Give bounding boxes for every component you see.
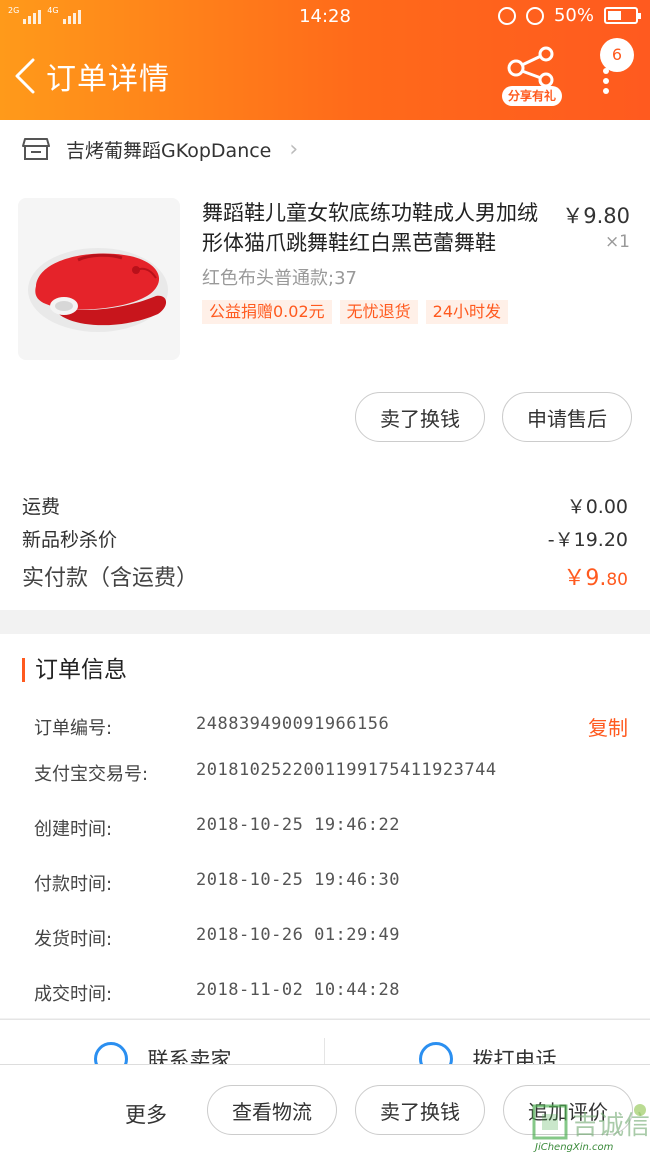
info-label: 发货时间: — [34, 929, 113, 950]
info-label: 付款时间: — [34, 874, 113, 895]
contact-row: 联系卖家 拨打电话 — [0, 1019, 650, 1065]
shop-row[interactable]: 吉烤葡舞蹈GKopDance › — [22, 134, 298, 164]
lock-rotation-icon — [497, 6, 516, 25]
message-count-badge[interactable]: 6 — [600, 38, 634, 72]
info-value: 2018-10-25 19:46:22 — [196, 815, 400, 835]
info-value: 248839490091966156 — [196, 714, 390, 734]
product-spec: 红色布头普通款;37 — [202, 268, 357, 289]
watermark-text: JiChengXin.com — [535, 1142, 614, 1153]
info-row-order-number: 订单编号: 248839490091966156 复制 — [34, 714, 628, 744]
phone-icon — [418, 1042, 453, 1065]
app-header: 2G 4G 14:28 50% 订单详情 分享有礼 6 — [0, 0, 650, 120]
info-row-completed: 成交时间: 2018-11-02 10:44:28 — [34, 980, 628, 1010]
product-image[interactable] — [18, 198, 180, 360]
back-arrow-icon[interactable] — [14, 58, 36, 94]
status-bar: 2G 4G 14:28 50% — [0, 0, 650, 32]
call-phone-label: 拨打电话 — [472, 1048, 557, 1065]
info-value: 2018-10-26 01:29:49 — [196, 925, 400, 945]
discount-label: 新品秒杀价 — [22, 529, 118, 551]
info-row-alipay-number: 支付宝交易号: 2018102522001199175411923744 — [34, 760, 628, 790]
battery-fill — [608, 11, 621, 20]
info-row-created: 创建时间: 2018-10-25 19:46:22 — [34, 815, 628, 845]
tag-charity: 公益捐赠0.02元 — [202, 300, 332, 324]
total-cents: 80 — [606, 570, 628, 590]
page-title: 订单详情 — [46, 62, 170, 97]
apply-after-sale-button[interactable]: 申请售后 — [502, 392, 632, 442]
shipping-label: 运费 — [22, 496, 61, 518]
total-value: ￥9.80 — [563, 560, 628, 592]
info-row-paid: 付款时间: 2018-10-25 19:46:30 — [34, 870, 628, 900]
info-label: 成交时间: — [34, 984, 113, 1005]
chevron-right-icon: › — [289, 136, 299, 162]
shop-icon — [22, 138, 50, 160]
info-row-shipped: 发货时间: 2018-10-26 01:29:49 — [34, 925, 628, 955]
service-tags: 公益捐赠0.02元 无忧退货 24小时发 — [202, 300, 509, 324]
order-item-card: 吉烤葡舞蹈GKopDance › 舞蹈鞋儿童女软底练功鞋成人男加绒形体猫爪跳舞鞋… — [0, 120, 650, 610]
sell-exchange-bottom-button[interactable]: 卖了换钱 — [355, 1085, 485, 1135]
total-label: 实付款（含运费） — [22, 566, 199, 591]
sell-exchange-button[interactable]: 卖了换钱 — [355, 392, 485, 442]
shipping-row: 运费 ￥0.00 — [22, 492, 628, 519]
info-value: 2018102522001199175411923744 — [196, 760, 497, 780]
order-info-title: 订单信息 — [22, 658, 127, 682]
info-label: 创建时间: — [34, 819, 113, 840]
contact-seller-label: 联系卖家 — [147, 1048, 232, 1065]
info-label: 订单编号: — [34, 718, 113, 739]
shop-name: 吉烤葡舞蹈GKopDance — [66, 139, 272, 162]
total-row: 实付款（含运费） ￥9.80 — [22, 560, 628, 592]
more-button[interactable]: 更多 — [125, 1099, 167, 1129]
product-title[interactable]: 舞蹈鞋儿童女软底练功鞋成人男加绒形体猫爪跳舞鞋红白黑芭蕾舞鞋 — [202, 198, 542, 258]
info-value: 2018-11-02 10:44:28 — [196, 980, 400, 1000]
view-logistics-button[interactable]: 查看物流 — [207, 1085, 337, 1135]
tag-24h-ship: 24小时发 — [425, 300, 509, 324]
discount-value: -￥19.20 — [547, 529, 628, 551]
status-right: 50% — [497, 5, 641, 26]
more-menu-icon[interactable] — [600, 68, 612, 94]
product-quantity: ×1 — [604, 232, 630, 252]
discount-row: 新品秒杀价 -￥19.20 — [22, 525, 628, 552]
chat-icon — [93, 1042, 128, 1065]
shipping-value: ￥0.00 — [566, 496, 628, 518]
battery-percent: 50% — [553, 5, 594, 26]
contact-seller-button[interactable]: 联系卖家 — [0, 1042, 325, 1065]
info-value: 2018-10-25 19:46:30 — [196, 870, 400, 890]
battery-icon — [604, 7, 641, 24]
info-label: 支付宝交易号: — [34, 764, 149, 785]
alarm-icon — [525, 6, 544, 25]
product-price: ￥9.80 — [562, 204, 630, 228]
order-info-section: 订单信息 订单编号: 248839490091966156 复制 支付宝交易号:… — [0, 634, 650, 1018]
call-phone-button[interactable]: 拨打电话 — [325, 1042, 650, 1065]
share-reward-label[interactable]: 分享有礼 — [502, 86, 562, 106]
copy-button[interactable]: 复制 — [588, 712, 628, 741]
total-main: ￥9. — [563, 566, 607, 591]
tag-easy-return: 无忧退货 — [339, 300, 418, 324]
